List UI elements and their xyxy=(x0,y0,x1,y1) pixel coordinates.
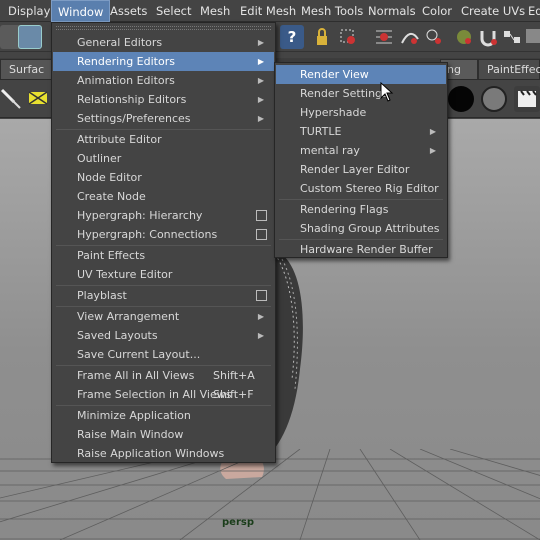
menu-mesh-tools[interactable]: Mesh Tools xyxy=(301,0,363,22)
menu-attribute-editor[interactable]: Attribute Editor xyxy=(53,130,274,149)
gray-shader-icon[interactable] xyxy=(481,86,507,112)
snap-curve-icon[interactable] xyxy=(398,25,422,49)
submenu-arrow-icon: ▶ xyxy=(257,312,264,321)
menu-render-layer-editor[interactable]: Render Layer Editor xyxy=(276,160,446,179)
spotlight-icon[interactable] xyxy=(0,86,24,110)
snap-grid-icon[interactable] xyxy=(372,25,396,49)
menu-turtle[interactable]: TURTLE ▶ xyxy=(276,122,446,141)
render-frame-icon[interactable] xyxy=(524,25,540,49)
menu-frame-selection[interactable]: Frame Selection in All Views Shift+F xyxy=(53,385,274,404)
black-shader-icon[interactable] xyxy=(448,86,474,112)
magnet-icon[interactable] xyxy=(476,25,500,49)
rendering-editors-submenu: Render View Render Settings Hypershade T… xyxy=(274,62,448,258)
menu-mental-ray[interactable]: mental ray ▶ xyxy=(276,141,446,160)
menu-raise-application-windows[interactable]: Raise Application Windows xyxy=(53,444,274,463)
menu-display[interactable]: Display xyxy=(8,0,50,22)
menu-shading-group-attributes[interactable]: Shading Group Attributes xyxy=(276,219,446,238)
submenu-arrow-icon: ▶ xyxy=(257,95,264,104)
shortcut-label: Shift+A xyxy=(213,369,255,382)
menu-hypergraph-hierarchy[interactable]: Hypergraph: Hierarchy xyxy=(53,206,274,225)
menu-edit-uvs[interactable]: Ed xyxy=(528,0,540,22)
menu-edit-mesh[interactable]: Edit Mesh xyxy=(240,0,296,22)
menu-create-uvs[interactable]: Create UVs xyxy=(461,0,525,22)
lock-icon[interactable] xyxy=(310,25,334,49)
menu-hypershade[interactable]: Hypershade xyxy=(276,103,446,122)
menu-node-editor[interactable]: Node Editor xyxy=(53,168,274,187)
snap-point-icon[interactable] xyxy=(422,25,446,49)
submenu-arrow-icon: ▶ xyxy=(429,127,436,136)
menu-outliner[interactable]: Outliner xyxy=(53,149,274,168)
menu-paint-effects[interactable]: Paint Effects xyxy=(53,246,274,265)
area-light-icon[interactable] xyxy=(26,86,50,110)
tearoff-handle[interactable] xyxy=(56,26,271,30)
submenu-arrow-icon: ▶ xyxy=(257,76,264,85)
menu-view-arrangement[interactable]: View Arrangement ▶ xyxy=(53,307,274,326)
menu-save-current-layout[interactable]: Save Current Layout... xyxy=(53,345,274,364)
menu-raise-main-window[interactable]: Raise Main Window xyxy=(53,425,274,444)
menu-rendering-flags[interactable]: Rendering Flags xyxy=(276,200,446,219)
menu-frame-all[interactable]: Frame All in All Views Shift+A xyxy=(53,366,274,385)
option-box-icon[interactable] xyxy=(256,290,267,301)
menu-mesh[interactable]: Mesh xyxy=(200,0,230,22)
history-icon[interactable] xyxy=(500,25,524,49)
menu-playblast[interactable]: Playblast xyxy=(53,286,274,305)
menu-animation-editors[interactable]: Animation Editors ▶ xyxy=(53,71,274,90)
menu-select[interactable]: Select xyxy=(156,0,191,22)
snap-select-icon[interactable] xyxy=(336,25,360,49)
menu-normals[interactable]: Normals xyxy=(368,0,416,22)
menu-assets[interactable]: Assets xyxy=(110,0,147,22)
menu-settings-preferences[interactable]: Settings/Preferences ▶ xyxy=(53,109,274,128)
option-box-icon[interactable] xyxy=(256,210,267,221)
menu-hypergraph-connections[interactable]: Hypergraph: Connections xyxy=(53,225,274,244)
menu-relationship-editors[interactable]: Relationship Editors ▶ xyxy=(53,90,274,109)
menu-create-node[interactable]: Create Node xyxy=(53,187,274,206)
menu-color[interactable]: Color xyxy=(422,0,452,22)
snap-plane-icon[interactable] xyxy=(452,25,476,49)
menu-render-settings[interactable]: Render Settings xyxy=(276,84,446,103)
help-icon[interactable]: ? xyxy=(280,25,304,49)
window-menu: General Editors ▶ Rendering Editors ▶ Anim… xyxy=(51,22,276,463)
submenu-arrow-icon: ▶ xyxy=(257,114,264,123)
menu-hardware-render-buffer[interactable]: Hardware Render Buffer xyxy=(276,240,446,259)
mouse-cursor-icon xyxy=(380,82,394,102)
submenu-arrow-icon: ▶ xyxy=(257,331,264,340)
submenu-arrow-icon: ▶ xyxy=(257,57,264,66)
submenu-arrow-icon: ▶ xyxy=(257,38,264,47)
option-box-icon[interactable] xyxy=(256,229,267,240)
main-menubar: Display Window Assets Select Mesh Edit M… xyxy=(0,0,540,22)
menu-custom-stereo-rig-editor[interactable]: Custom Stereo Rig Editor xyxy=(276,179,446,198)
menu-render-view[interactable]: Render View xyxy=(276,65,446,84)
submenu-arrow-icon: ▶ xyxy=(429,146,436,155)
component-mode-icon[interactable] xyxy=(18,25,42,49)
menu-general-editors[interactable]: General Editors ▶ xyxy=(53,33,274,52)
camera-label: persp xyxy=(222,517,254,528)
shortcut-label: Shift+F xyxy=(213,388,254,401)
menu-uv-texture-editor[interactable]: UV Texture Editor xyxy=(53,265,274,284)
menu-window[interactable]: Window xyxy=(51,0,111,22)
menu-saved-layouts[interactable]: Saved Layouts ▶ xyxy=(53,326,274,345)
menu-minimize-application[interactable]: Minimize Application xyxy=(53,406,274,425)
clapperboard-icon[interactable] xyxy=(514,86,540,112)
menu-rendering-editors[interactable]: Rendering Editors ▶ xyxy=(53,52,274,71)
tab-paint-effects[interactable]: PaintEffec xyxy=(478,59,540,79)
